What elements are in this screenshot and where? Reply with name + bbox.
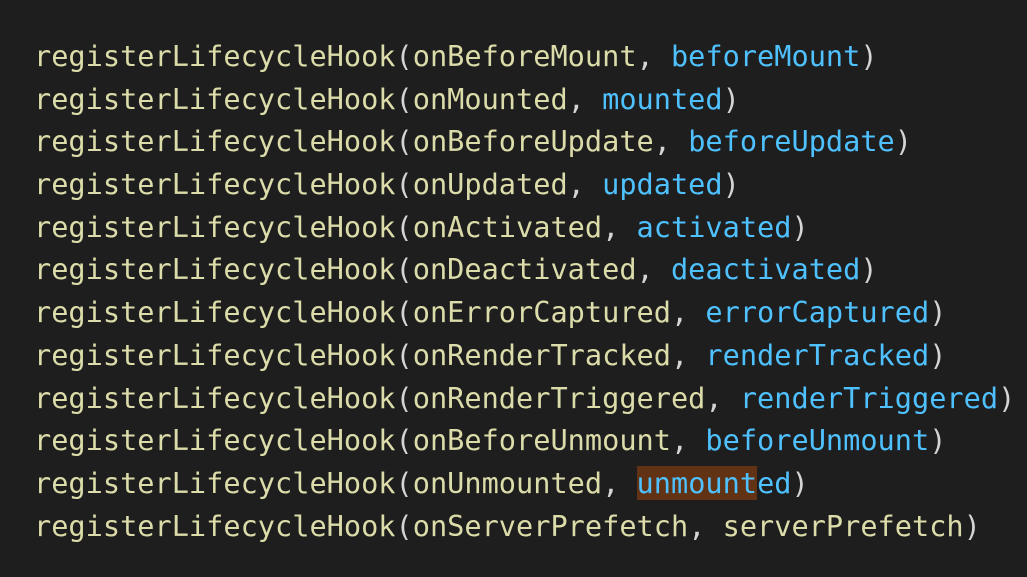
code-line[interactable]: registerLifecycleHook(onMounted, mounted… <box>34 78 1027 121</box>
function-name: registerLifecycleHook <box>34 124 396 159</box>
separator: , <box>636 39 671 73</box>
open-paren: ( <box>395 39 413 73</box>
hook-function-arg: onBeforeUpdate <box>412 124 654 159</box>
code-line[interactable]: registerLifecycleHook(onDeactivated, dea… <box>34 248 1027 291</box>
hook-name-arg: renderTracked <box>705 337 930 372</box>
hook-name-arg: mounted <box>602 81 723 116</box>
hook-name-arg: renderTriggered <box>739 380 999 415</box>
function-name: registerLifecycleHook <box>34 39 396 73</box>
open-paren: ( <box>395 337 413 372</box>
separator: , <box>636 252 671 287</box>
hook-name-arg: beforeMount <box>670 39 861 73</box>
search-match-highlight: unmount <box>636 465 758 500</box>
code-line[interactable]: registerLifecycleHook(onActivated, activ… <box>34 206 1027 249</box>
open-paren: ( <box>395 508 413 543</box>
hook-name-arg: activated <box>636 209 792 244</box>
code-line[interactable]: registerLifecycleHook(onBeforeMount, bef… <box>34 35 1027 78</box>
close-paren: ) <box>929 423 947 458</box>
code-line[interactable]: registerLifecycleHook(onBeforeUnmount, b… <box>34 419 1027 462</box>
open-paren: ( <box>395 252 413 287</box>
close-paren: ) <box>722 81 740 116</box>
close-paren: ) <box>894 124 912 159</box>
hook-function-arg: onServerPrefetch <box>412 508 689 543</box>
separator: , <box>602 209 637 244</box>
function-name: registerLifecycleHook <box>34 81 396 116</box>
hook-function-arg: onUnmounted <box>412 465 603 500</box>
separator: , <box>688 508 723 543</box>
hook-function-arg: onActivated <box>412 209 603 244</box>
function-name: registerLifecycleHook <box>34 209 396 244</box>
hook-name-arg: beforeUpdate <box>688 124 895 159</box>
code-line[interactable]: registerLifecycleHook(onUnmounted, unmou… <box>34 462 1027 505</box>
separator: , <box>602 465 637 500</box>
separator: , <box>567 81 603 116</box>
hook-function-arg: onDeactivated <box>412 252 637 287</box>
separator: , <box>670 295 706 330</box>
hook-function-arg: onRenderTracked <box>412 337 671 372</box>
function-name: registerLifecycleHook <box>34 380 396 415</box>
hook-function-arg: onUpdated <box>412 167 568 202</box>
separator: , <box>705 380 740 415</box>
open-paren: ( <box>395 295 413 330</box>
code-editor[interactable]: registerLifecycleHook(onBeforeMount, bef… <box>0 0 1027 577</box>
close-paren: ) <box>860 39 878 73</box>
function-name: registerLifecycleHook <box>34 167 396 202</box>
function-name: registerLifecycleHook <box>34 252 396 287</box>
hook-function-arg: onRenderTriggered <box>412 380 706 415</box>
code-line[interactable]: registerLifecycleHook(onServerPrefetch, … <box>34 505 1027 548</box>
hook-name-arg: beforeUnmount <box>705 423 930 458</box>
open-paren: ( <box>395 124 413 159</box>
separator: , <box>670 423 706 458</box>
hook-function-arg: onBeforeUnmount <box>412 423 671 458</box>
hook-name-arg-rest: ed <box>757 465 792 500</box>
function-name: registerLifecycleHook <box>34 423 396 458</box>
function-name: registerLifecycleHook <box>34 508 396 543</box>
close-paren: ) <box>929 337 947 372</box>
hook-name-arg: errorCaptured <box>705 295 930 330</box>
close-paren: ) <box>929 295 947 330</box>
function-name: registerLifecycleHook <box>34 295 396 330</box>
code-line[interactable]: registerLifecycleHook(onRenderTracked, r… <box>34 334 1027 377</box>
separator: , <box>670 337 706 372</box>
close-paren: ) <box>722 167 740 202</box>
close-paren: ) <box>791 465 809 500</box>
open-paren: ( <box>395 423 413 458</box>
open-paren: ( <box>395 465 413 500</box>
code-line[interactable]: registerLifecycleHook(onUpdated, updated… <box>34 163 1027 206</box>
separator: , <box>653 124 689 159</box>
open-paren: ( <box>395 167 413 202</box>
hook-name-arg: updated <box>602 167 723 202</box>
hook-name-arg: serverPrefetch <box>722 508 964 543</box>
open-paren: ( <box>395 380 413 415</box>
hook-function-arg: onErrorCaptured <box>412 295 671 330</box>
hook-function-arg: onMounted <box>412 81 568 116</box>
code-line[interactable]: registerLifecycleHook(onBeforeUpdate, be… <box>34 120 1027 163</box>
open-paren: ( <box>395 81 413 116</box>
code-line[interactable]: registerLifecycleHook(onRenderTriggered,… <box>34 377 1027 420</box>
close-paren: ) <box>791 209 809 244</box>
close-paren: ) <box>963 508 981 543</box>
separator: , <box>567 167 603 202</box>
function-name: registerLifecycleHook <box>34 337 396 372</box>
function-name: registerLifecycleHook <box>34 465 396 500</box>
open-paren: ( <box>395 209 413 244</box>
hook-function-arg: onBeforeMount <box>412 39 637 73</box>
code-line[interactable]: registerLifecycleHook(onErrorCaptured, e… <box>34 291 1027 334</box>
close-paren: ) <box>860 252 878 287</box>
close-paren: ) <box>998 380 1016 415</box>
hook-name-arg: deactivated <box>670 252 861 287</box>
